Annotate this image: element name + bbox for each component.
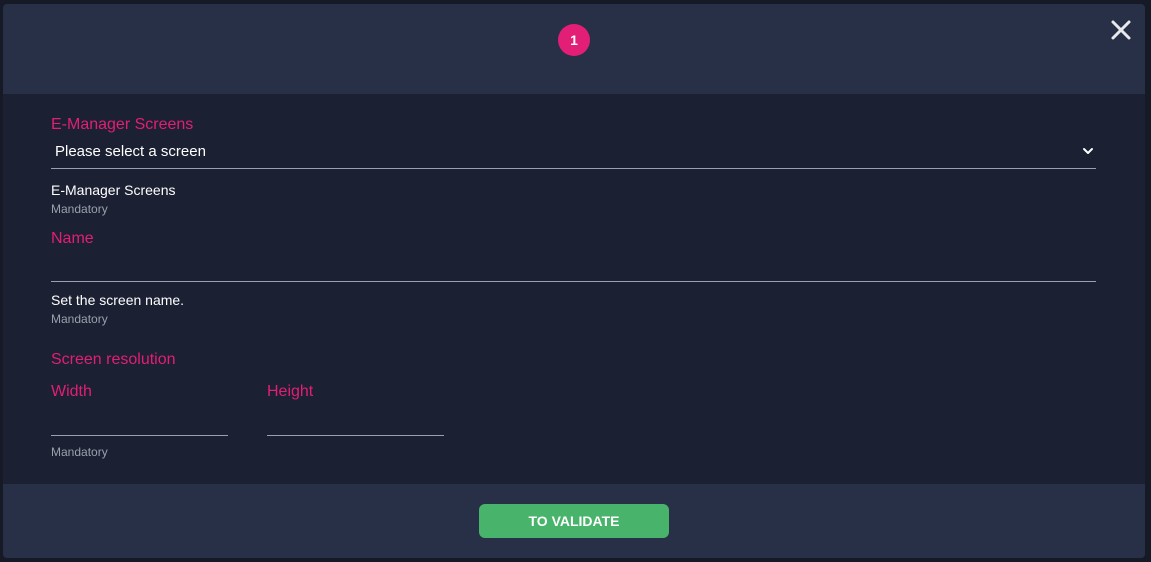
resolution-section-label: Screen resolution: [51, 351, 176, 368]
close-button[interactable]: [1107, 16, 1135, 44]
screens-help-text: E-Manager Screens: [51, 182, 176, 198]
height-input[interactable]: [267, 406, 444, 436]
name-field-label: Name: [51, 230, 94, 247]
name-help-text: Set the screen name.: [51, 292, 185, 308]
modal-footer: TO VALIDATE: [3, 484, 1145, 558]
modal-body: E-Manager Screens Please select a screen…: [3, 94, 1145, 484]
validate-button[interactable]: TO VALIDATE: [479, 504, 669, 538]
modal-dialog: 1 E-Manager Screens Please select a scre…: [3, 4, 1145, 558]
chevron-down-icon: [1083, 148, 1093, 154]
width-field-label: Width: [51, 383, 92, 400]
resolution-mandatory-text: Mandatory: [51, 445, 108, 459]
screens-mandatory-text: Mandatory: [51, 202, 108, 216]
width-input[interactable]: [51, 406, 228, 436]
name-input[interactable]: [51, 254, 1096, 282]
screen-select[interactable]: Please select a screen: [51, 134, 1096, 169]
modal-header: 1: [3, 4, 1145, 94]
height-field-label: Height: [267, 383, 314, 400]
close-icon: [1111, 20, 1131, 40]
step-badge: 1: [558, 24, 590, 56]
screen-select-value: Please select a screen: [55, 143, 206, 160]
screens-field-label: E-Manager Screens: [51, 116, 194, 133]
name-mandatory-text: Mandatory: [51, 312, 108, 326]
